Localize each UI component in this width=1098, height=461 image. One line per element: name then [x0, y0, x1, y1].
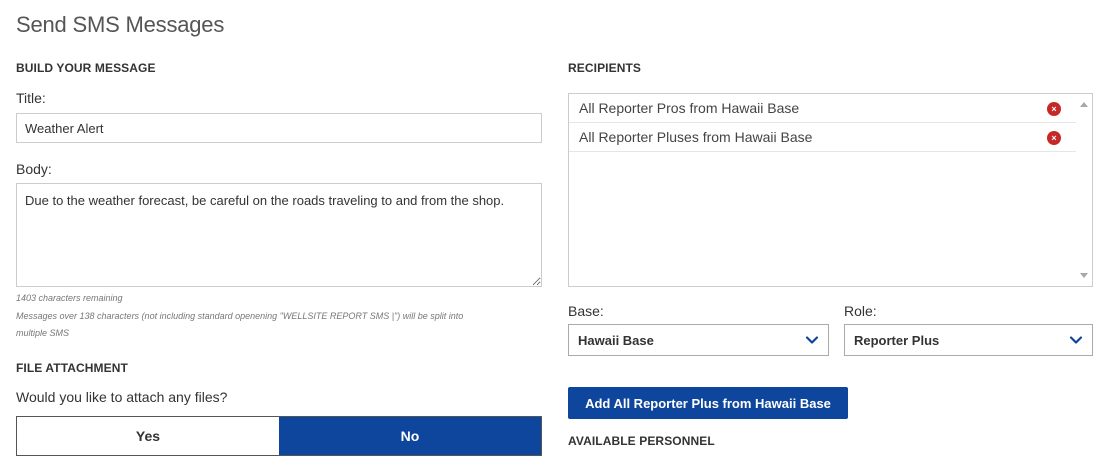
available-personnel-heading: AVAILABLE PERSONNEL	[568, 434, 715, 448]
attach-files-question: Would you like to attach any files?	[16, 389, 228, 405]
recipient-label: All Reporter Pros from Hawaii Base	[579, 100, 800, 116]
role-label: Role:	[844, 303, 877, 319]
scroll-down-icon[interactable]	[1080, 273, 1088, 278]
add-all-button[interactable]: Add All Reporter Plus from Hawaii Base	[568, 387, 848, 419]
recipients-list[interactable]: All Reporter Pros from Hawaii Base × All…	[568, 93, 1093, 287]
attach-no-button[interactable]: No	[279, 417, 541, 455]
chevron-down-icon	[1069, 336, 1083, 344]
close-circle-icon[interactable]: ×	[1047, 102, 1061, 116]
base-select-value: Hawaii Base	[578, 332, 654, 348]
title-input[interactable]	[16, 113, 542, 143]
recipients-scrollbar[interactable]	[1076, 94, 1092, 286]
page-title: Send SMS Messages	[16, 12, 225, 37]
chevron-down-icon	[805, 336, 819, 344]
base-select[interactable]: Hawaii Base	[568, 324, 829, 356]
recipient-item: All Reporter Pluses from Hawaii Base ×	[569, 123, 1076, 152]
scroll-up-icon[interactable]	[1080, 102, 1088, 107]
sms-split-note-line1: Messages over 138 characters (not includ…	[16, 311, 464, 321]
role-select-value: Reporter Plus	[854, 332, 940, 348]
recipients-heading: RECIPIENTS	[568, 61, 642, 75]
sms-split-note: Messages over 138 characters (not includ…	[16, 308, 546, 342]
sms-split-note-line2: multiple SMS	[16, 328, 70, 338]
base-label: Base:	[568, 303, 604, 319]
file-attachment-heading: FILE ATTACHMENT	[16, 361, 128, 375]
characters-remaining: 1403 characters remaining	[16, 293, 123, 303]
recipient-label: All Reporter Pluses from Hawaii Base	[579, 129, 813, 145]
attach-files-toggle: Yes No	[16, 416, 542, 456]
build-message-heading: BUILD YOUR MESSAGE	[16, 61, 156, 75]
body-label: Body:	[16, 161, 52, 177]
body-textarea[interactable]: Due to the weather forecast, be careful …	[16, 183, 542, 287]
recipient-item: All Reporter Pros from Hawaii Base ×	[569, 94, 1076, 123]
attach-yes-button[interactable]: Yes	[17, 417, 279, 455]
close-circle-icon[interactable]: ×	[1047, 131, 1061, 145]
role-select[interactable]: Reporter Plus	[844, 324, 1093, 356]
title-label: Title:	[16, 90, 46, 106]
